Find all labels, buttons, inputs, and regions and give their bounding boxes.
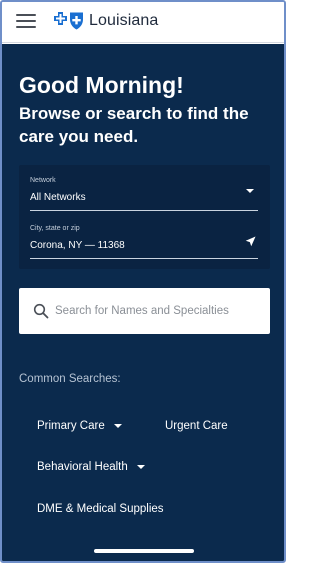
- search-input[interactable]: [55, 300, 260, 322]
- network-label: Network: [30, 177, 56, 184]
- brand-name: Louisiana: [89, 12, 159, 29]
- page-subtitle: Browse or search to find the care you ne…: [19, 104, 249, 146]
- app-header: Louisiana: [2, 2, 284, 43]
- hamburger-menu-icon[interactable]: [16, 13, 36, 29]
- location-arrow-icon[interactable]: [245, 236, 256, 247]
- search-box[interactable]: [19, 288, 270, 334]
- caret-down-icon: [246, 189, 254, 193]
- blue-cross-blue-shield-logo: [54, 12, 83, 30]
- chevron-down-icon: [136, 464, 145, 469]
- home-indicator[interactable]: [94, 549, 194, 553]
- location-field[interactable]: City, state or zip Corona, NY — 11368: [30, 223, 258, 259]
- common-search-label: Behavioral Health: [37, 461, 128, 473]
- search-icon: [33, 303, 49, 319]
- common-search-label: Urgent Care: [165, 420, 228, 432]
- common-search-dme-medical-supplies[interactable]: DME & Medical Supplies: [37, 503, 164, 515]
- location-value: Corona, NY — 11368: [30, 240, 125, 251]
- chevron-down-icon: [113, 423, 122, 428]
- location-label: City, state or zip: [30, 225, 80, 232]
- common-search-urgent-care[interactable]: Urgent Care: [165, 420, 228, 432]
- common-search-label: Primary Care: [37, 420, 105, 432]
- common-search-label: DME & Medical Supplies: [37, 503, 164, 515]
- common-search-behavioral-health[interactable]: Behavioral Health: [37, 461, 145, 473]
- brand-logo[interactable]: Louisiana: [53, 9, 158, 33]
- network-value: All Networks: [30, 192, 86, 203]
- filters-panel: Network All Networks City, state or zip …: [19, 165, 270, 269]
- common-searches-label: Common Searches:: [19, 373, 121, 385]
- app-frame: Louisiana Good Morning! Browse or search…: [0, 0, 286, 563]
- greeting-heading: Good Morning!: [19, 72, 184, 98]
- network-select[interactable]: Network All Networks: [30, 175, 258, 211]
- main-panel: Good Morning! Browse or search to find t…: [2, 44, 284, 561]
- common-search-primary-care[interactable]: Primary Care: [37, 420, 122, 432]
